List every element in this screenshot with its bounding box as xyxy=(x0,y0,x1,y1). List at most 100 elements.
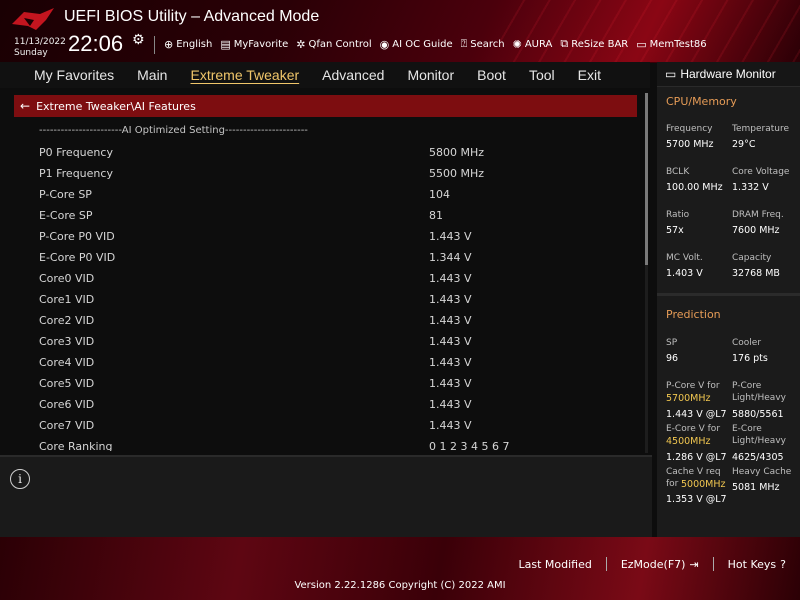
tool-label: MyFavorite xyxy=(233,38,289,50)
cache-v-label-2: for xyxy=(666,479,679,489)
setting-value: 1.443 V xyxy=(429,314,472,327)
cache-v-label: Cache V req xyxy=(666,467,721,477)
bclk-label: BCLK xyxy=(666,167,690,177)
tool-label: Search xyxy=(470,38,505,50)
list-item[interactable]: P1 Frequency 5500 MHz xyxy=(39,163,599,184)
scrollbar-thumb[interactable] xyxy=(645,93,648,265)
heavy-cache-value: 5081 MHz xyxy=(732,482,780,493)
tab-advanced[interactable]: Advanced xyxy=(310,62,395,88)
gear-icon[interactable]: ⚙ xyxy=(132,32,145,48)
language-button[interactable]: ⊕ English xyxy=(164,37,212,51)
bclk-value: 100.00 MHz xyxy=(666,182,723,193)
tab-main[interactable]: Main xyxy=(125,62,178,88)
breadcrumb[interactable]: ← Extreme Tweaker\AI Features xyxy=(14,95,637,117)
divider xyxy=(712,557,714,571)
help-panel: i xyxy=(0,455,652,539)
temperature-value: 29°C xyxy=(732,139,756,150)
tab-extreme-tweaker[interactable]: Extreme Tweaker xyxy=(178,62,310,88)
list-item[interactable]: P-Core SP 104 xyxy=(39,184,599,205)
setting-label: Core5 VID xyxy=(39,377,95,390)
aura-icon: ✺ xyxy=(512,37,522,51)
search-button[interactable]: ⍰ Search xyxy=(461,37,505,51)
list-item[interactable]: Core Ranking 0 1 2 3 4 5 6 7 xyxy=(39,436,599,451)
tool-label: English xyxy=(176,38,213,50)
setting-value: 1.443 V xyxy=(429,335,472,348)
search-icon: ⍰ xyxy=(460,37,468,50)
myfavorite-button[interactable]: ▤ MyFavorite xyxy=(220,37,288,51)
header-bar: UEFI BIOS Utility – Advanced Mode 11/13/… xyxy=(0,0,800,63)
tab-exit[interactable]: Exit xyxy=(566,62,612,88)
qfan-control-button[interactable]: ✲ Qfan Control xyxy=(296,37,371,51)
list-item[interactable]: Core7 VID 1.443 V xyxy=(39,415,599,436)
date-text: 11/13/2022 xyxy=(14,37,66,47)
breadcrumb-text: Extreme Tweaker\AI Features xyxy=(36,99,196,113)
setting-label: E-Core SP xyxy=(39,209,93,222)
cache-v-freq: 5000MHz xyxy=(681,479,726,490)
setting-value: 0 1 2 3 4 5 6 7 xyxy=(429,440,510,451)
heavy-cache-label: Heavy Cache xyxy=(732,467,792,477)
setting-label: Core2 VID xyxy=(39,314,95,327)
tool-label: ReSize BAR xyxy=(571,38,629,50)
ezmode-button[interactable]: EzMode(F7) ⇥ xyxy=(621,558,699,571)
pcore-v-freq: 5700MHz xyxy=(666,393,711,404)
ratio-value: 57x xyxy=(666,225,684,236)
list-item[interactable]: Core5 VID 1.443 V xyxy=(39,373,599,394)
setting-value: 1.443 V xyxy=(429,398,472,411)
main-menu: My Favorites Main Extreme Tweaker Advanc… xyxy=(0,62,650,88)
list-item[interactable]: E-Core P0 VID 1.344 V xyxy=(39,247,599,268)
mc-volt-value: 1.403 V xyxy=(666,268,703,279)
tool-label: AI OC Guide xyxy=(392,38,453,50)
tab-monitor[interactable]: Monitor xyxy=(395,62,465,88)
setting-label: P-Core SP xyxy=(39,188,92,201)
dram-freq-label: DRAM Freq. xyxy=(732,210,784,220)
aura-button[interactable]: ✺ AURA xyxy=(513,37,553,51)
settings-list: -----------------------AI Optimized Sett… xyxy=(14,123,642,451)
monitor-icon: ▭ xyxy=(665,67,677,81)
setting-label: Core3 VID xyxy=(39,335,95,348)
list-item[interactable]: Core4 VID 1.443 V xyxy=(39,352,599,373)
setting-label: Core Ranking xyxy=(39,440,113,451)
section-header: -----------------------AI Optimized Sett… xyxy=(39,125,308,136)
list-item[interactable]: P-Core P0 VID 1.443 V xyxy=(39,226,599,247)
dram-freq-value: 7600 MHz xyxy=(732,225,780,236)
ai-oc-guide-button[interactable]: ◉ AI OC Guide xyxy=(380,37,453,51)
pcore-lh-label-2: Light/Heavy xyxy=(732,393,786,403)
frequency-label: Frequency xyxy=(666,124,713,134)
app-title: UEFI BIOS Utility – Advanced Mode xyxy=(64,8,320,25)
ratio-label: Ratio xyxy=(666,210,690,220)
setting-label: Core7 VID xyxy=(39,419,95,432)
tool-label: Qfan Control xyxy=(308,38,372,50)
mc-volt-label: MC Volt. xyxy=(666,253,703,263)
capacity-value: 32768 MB xyxy=(732,268,780,279)
version-text: Version 2.22.1286 Copyright (C) 2022 AMI xyxy=(294,580,506,591)
setting-value: 1.443 V xyxy=(429,293,472,306)
memtest-button[interactable]: ▭ MemTest86 xyxy=(636,37,706,51)
ezmode-label: EzMode(F7) xyxy=(620,557,686,571)
hot-keys-button[interactable]: Hot Keys? xyxy=(728,558,786,571)
list-item[interactable]: Core0 VID 1.443 V xyxy=(39,268,599,289)
list-item[interactable]: Core2 VID 1.443 V xyxy=(39,310,599,331)
setting-value: 5800 MHz xyxy=(429,146,485,159)
back-arrow-icon[interactable]: ← xyxy=(20,99,30,113)
sp-value: 96 xyxy=(666,353,679,364)
tab-tool[interactable]: Tool xyxy=(517,62,566,88)
divider xyxy=(657,293,800,296)
resize-bar-button[interactable]: ⧉ ReSize BAR xyxy=(560,37,628,51)
last-modified-button[interactable]: Last Modified xyxy=(518,558,591,571)
tab-boot[interactable]: Boot xyxy=(465,62,517,88)
pcore-v-label: P-Core V for xyxy=(666,381,720,391)
footer-links: Last Modified EzMode(F7) ⇥ Hot Keys? xyxy=(518,557,786,571)
list-item[interactable]: Core3 VID 1.443 V xyxy=(39,331,599,352)
list-item[interactable]: Core1 VID 1.443 V xyxy=(39,289,599,310)
hardware-monitor-panel: ▭ Hardware Monitor CPU/Memory Frequency … xyxy=(657,62,800,537)
exit-arrow-icon: ⇥ xyxy=(689,557,699,571)
list-item[interactable]: P0 Frequency 5800 MHz xyxy=(39,142,599,163)
sp-label: SP xyxy=(666,338,678,348)
setting-value: 81 xyxy=(429,209,443,222)
setting-label: Core6 VID xyxy=(39,398,95,411)
list-item[interactable]: E-Core SP 81 xyxy=(39,205,599,226)
clock-time: 22:06 xyxy=(68,31,124,56)
list-item[interactable]: Core6 VID 1.443 V xyxy=(39,394,599,415)
cooler-value: 176 pts xyxy=(732,353,768,364)
tab-my-favorites[interactable]: My Favorites xyxy=(0,62,125,88)
